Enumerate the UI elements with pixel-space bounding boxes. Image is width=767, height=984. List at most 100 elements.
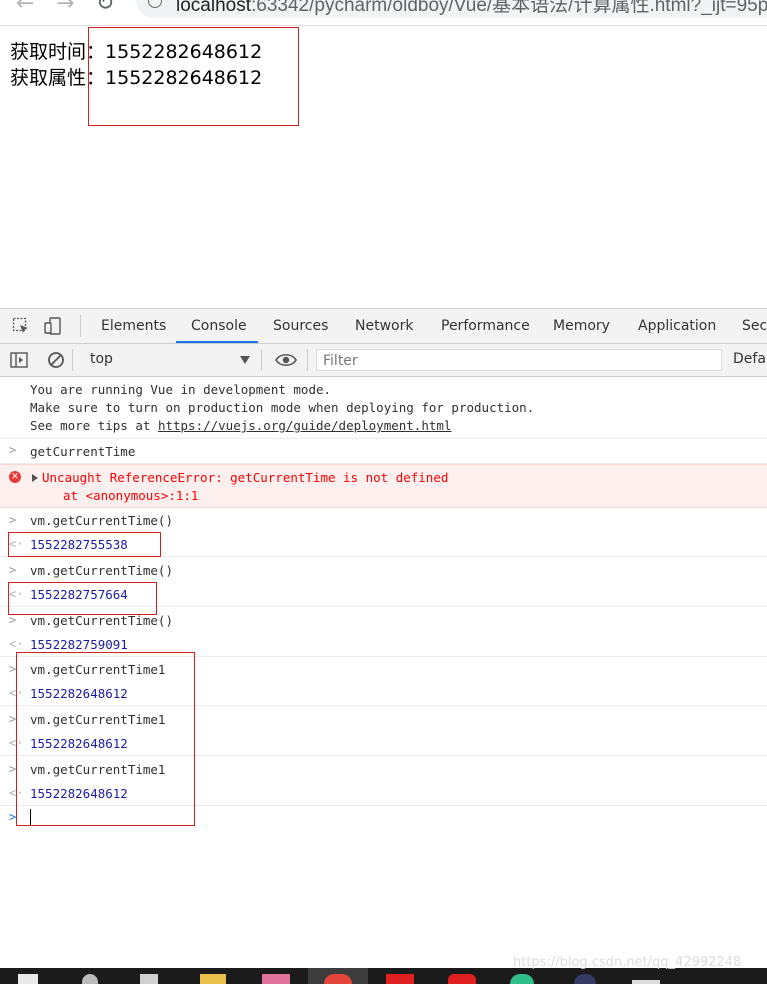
chrome-icon[interactable]	[324, 974, 352, 984]
sidebar-toggle-icon[interactable]	[10, 351, 28, 369]
device-toolbar-icon[interactable]	[44, 317, 62, 335]
start-icon[interactable]	[18, 974, 38, 984]
toolbar-divider	[261, 349, 262, 371]
clear-console-icon[interactable]	[47, 351, 65, 369]
console-result-value: 1552282757664	[30, 587, 128, 602]
task-view-icon[interactable]	[140, 974, 158, 984]
tab-network[interactable]: Network	[355, 309, 413, 343]
console-input-row: > vm.getCurrentTime()	[0, 558, 767, 583]
console-input-text: vm.getCurrentTime1	[30, 662, 166, 677]
console-result-row: <· 1552282648612	[0, 732, 767, 756]
devtools-tab-bar: Elements Console Sources Network Perform…	[0, 309, 767, 344]
console-prompt[interactable]: >	[0, 806, 767, 830]
console-result-value: 1552282648612	[30, 686, 128, 701]
property-label: 获取属性：	[10, 67, 106, 89]
app-blue-icon[interactable]	[574, 974, 596, 984]
chevron-right-icon: >	[9, 613, 17, 627]
toolbar-divider	[72, 349, 73, 371]
error-message: Uncaught ReferenceError: getCurrentTime …	[42, 470, 449, 485]
console-message-vue: You are running Vue in development mode.…	[0, 376, 767, 439]
pycharm-icon[interactable]	[510, 974, 534, 984]
error-stack-line: at <anonymous>:1:1	[63, 488, 199, 503]
chevron-left-icon: <·	[9, 786, 24, 800]
text-caret	[30, 809, 31, 825]
chevron-right-icon: >	[9, 662, 17, 676]
console-input-text: vm.getCurrentTime1	[30, 762, 166, 777]
search-icon[interactable]	[82, 974, 98, 984]
chevron-left-icon: <·	[9, 637, 24, 651]
chevron-right-icon: >	[9, 443, 17, 457]
console-input-row: > vm.getCurrentTime()	[0, 608, 767, 633]
console-result-value: 1552282755538	[30, 537, 128, 552]
tab-elements[interactable]: Elements	[101, 309, 166, 343]
expand-triangle-icon[interactable]	[32, 474, 38, 482]
console-input-text: getCurrentTime	[30, 444, 136, 459]
tab-application[interactable]: Application	[638, 309, 716, 343]
url-path: :63342/pycharm/oldboy/Vue/基本语法/计算属性.html…	[251, 0, 767, 16]
log-levels-dropdown[interactable]: Defau	[733, 351, 767, 367]
active-tab-indicator	[176, 341, 258, 343]
chevron-left-icon: <·	[9, 587, 24, 601]
console-result-row: <· 1552282759091	[0, 633, 767, 657]
console-result-value: 1552282759091	[30, 637, 128, 652]
console-toolbar: top Defau	[0, 344, 767, 377]
tab-console[interactable]: Console	[191, 309, 247, 343]
chevron-down-icon	[240, 356, 250, 364]
console-input-row: > vm.getCurrentTime()	[0, 508, 767, 533]
app-red-icon[interactable]	[386, 974, 414, 984]
console-input-row: > vm.getCurrentTime1	[0, 757, 767, 782]
folder-icon[interactable]	[200, 974, 226, 984]
filter-field[interactable]	[316, 349, 722, 371]
app-video-icon[interactable]	[448, 974, 476, 984]
arrow-left-icon[interactable]: ←	[16, 0, 34, 16]
tab-memory[interactable]: Memory	[553, 309, 610, 343]
console-input-text: vm.getCurrentTime()	[30, 513, 173, 528]
console-input-row: > vm.getCurrentTime1	[0, 707, 767, 732]
time-value: 1552282648612	[105, 41, 263, 63]
chevron-right-icon: >	[9, 712, 17, 726]
console-result-row: <· 1552282648612	[0, 682, 767, 706]
tab-security[interactable]: Sec	[742, 309, 767, 343]
console-input-row: > getCurrentTime	[0, 439, 767, 464]
chevron-right-icon: >	[9, 810, 17, 824]
arrow-right-icon[interactable]: →	[56, 0, 74, 16]
vue-notice-line-2: Make sure to turn on production mode whe…	[30, 400, 535, 415]
console-result-row: <· 1552282757664	[0, 583, 767, 607]
watermark: https://blog.csdn.net/qq_42992248	[513, 955, 742, 970]
os-taskbar	[0, 968, 767, 984]
toolbar-divider	[307, 349, 308, 371]
tab-performance[interactable]: Performance	[441, 309, 530, 343]
toolbar-divider	[80, 315, 81, 337]
console-input-row: > vm.getCurrentTime1	[0, 657, 767, 682]
context-selector[interactable]: top	[82, 348, 252, 372]
url-text[interactable]: localhost:63342/pycharm/oldboy/Vue/基本语法/…	[176, 0, 767, 17]
property-value: 1552282648612	[105, 67, 263, 89]
vue-notice-line-1: You are running Vue in development mode.	[30, 382, 332, 397]
time-line: 获取时间：1552282648612	[10, 37, 262, 64]
vue-deployment-link[interactable]: https://vuejs.org/guide/deployment.html	[158, 418, 452, 433]
tab-sources[interactable]: Sources	[273, 309, 328, 343]
url-host: localhost	[176, 0, 251, 16]
console-input-text: vm.getCurrentTime1	[30, 712, 166, 727]
vue-notice-text: See more tips at	[30, 418, 158, 433]
time-label: 获取时间：	[10, 41, 106, 63]
app-window-icon[interactable]	[632, 980, 660, 984]
property-line: 获取属性：1552282648612	[10, 63, 262, 90]
chevron-right-icon: >	[9, 762, 17, 776]
app-pink-icon[interactable]	[262, 974, 290, 984]
console-result-value: 1552282648612	[30, 786, 128, 801]
reload-icon[interactable]: ↻	[96, 0, 114, 16]
vue-notice-line-3: See more tips at https://vuejs.org/guide…	[30, 418, 451, 433]
filter-input[interactable]	[317, 351, 721, 371]
chevron-left-icon: <·	[9, 537, 24, 551]
console-input-text: vm.getCurrentTime()	[30, 613, 173, 628]
eye-icon[interactable]	[275, 351, 297, 369]
chevron-left-icon: <·	[9, 686, 24, 700]
browser-toolbar: ← → ↻ localhost:63342/pycharm/oldboy/Vue…	[0, 0, 767, 26]
chevron-left-icon: <·	[9, 736, 24, 750]
chevron-right-icon: >	[9, 513, 17, 527]
inspect-element-icon[interactable]	[12, 317, 30, 335]
console-result-value: 1552282648612	[30, 736, 128, 751]
chevron-right-icon: >	[9, 563, 17, 577]
context-label: top	[90, 351, 113, 367]
